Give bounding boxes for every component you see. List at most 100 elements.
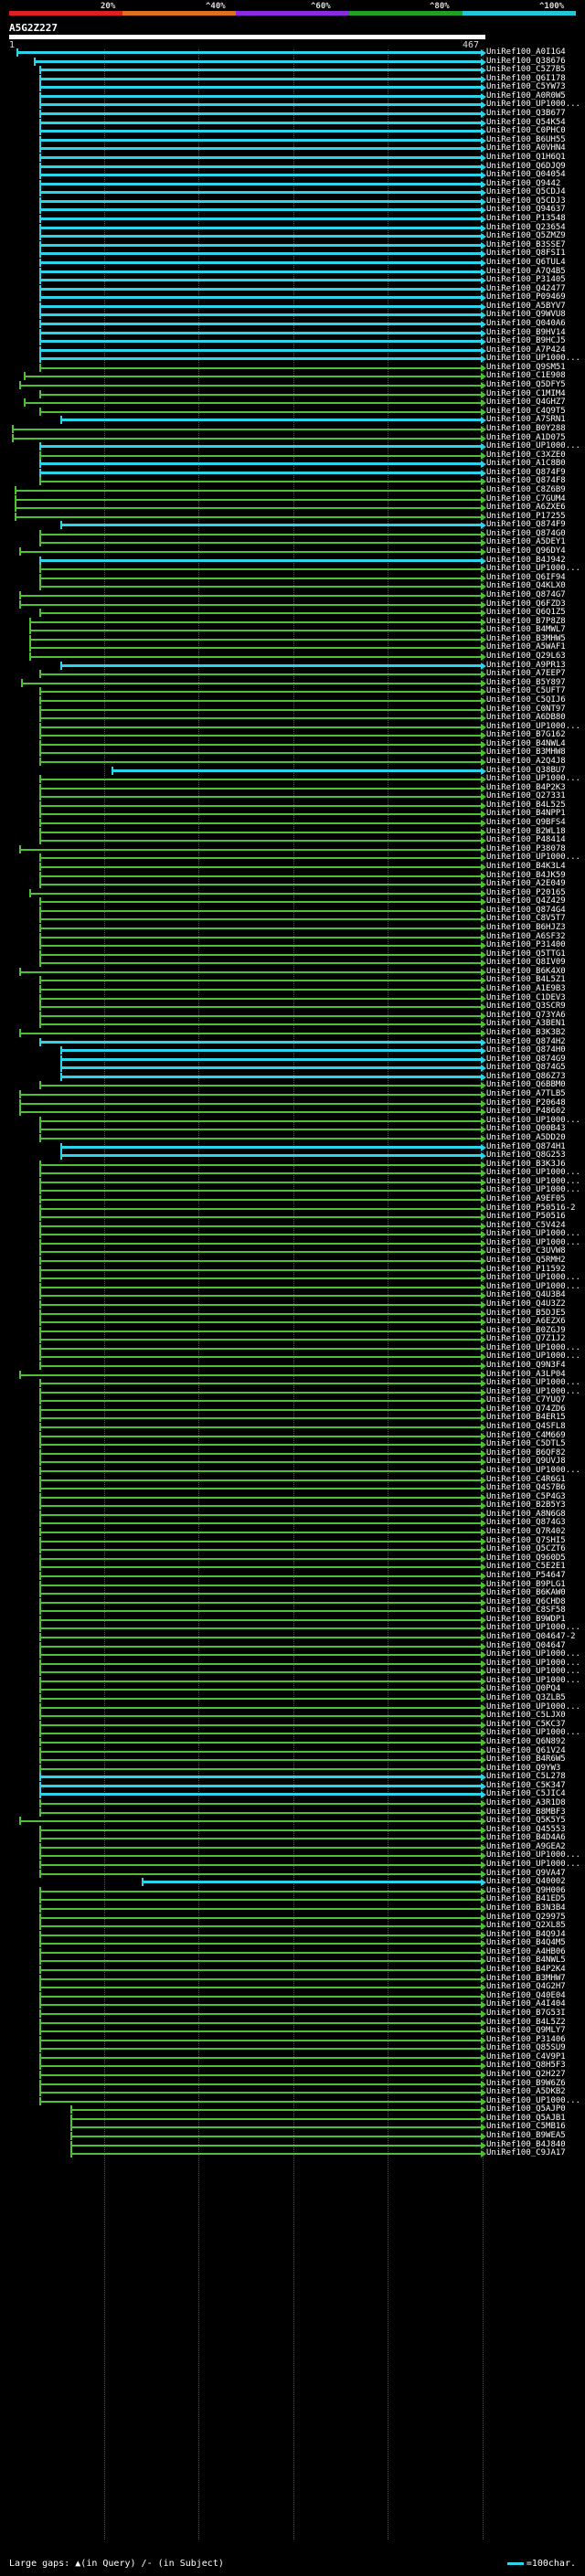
hit-alignment-bar <box>39 1803 482 1805</box>
hit-alignment-bar <box>39 2056 482 2059</box>
hit-alignment-bar <box>39 2030 482 2033</box>
hit-alignment-bar <box>39 1190 482 1193</box>
hit-alignment-bar <box>39 1532 482 1534</box>
hit-alignment-bar <box>39 936 482 938</box>
hit-alignment-bar <box>39 1014 482 1017</box>
hit-alignment-bar <box>69 2109 482 2112</box>
hit-alignment-bar <box>39 1277 482 1280</box>
hit-alignment-bar <box>39 1303 482 1306</box>
hit-alignment-bar <box>39 1715 482 1718</box>
hit-alignment-bar <box>39 235 482 239</box>
hit-alignment-bar <box>29 647 482 650</box>
hit-alignment-bar <box>19 594 482 597</box>
hit-list: UniRef100_A0I1G4 UniRef100_Q38676 UniRef10… <box>0 0 585 2576</box>
hit-alignment-bar <box>39 909 482 912</box>
hit-alignment-bar <box>39 1960 482 1963</box>
hit-alignment-bar <box>39 2092 482 2094</box>
hit-alignment-bar <box>39 348 482 352</box>
hit-alignment-bar <box>39 1689 482 1691</box>
hit-alignment-bar <box>39 1776 482 1779</box>
hit-alignment-bar <box>39 191 482 195</box>
hit-alignment-bar <box>19 603 482 606</box>
hit-alignment-bar <box>39 1995 482 1998</box>
hit-alignment-bar <box>39 1610 482 1613</box>
hit-alignment-bar <box>19 1102 482 1105</box>
hit-alignment-bar <box>39 1085 482 1087</box>
hit-alignment-bar <box>39 796 482 799</box>
hit-alignment-bar <box>39 1723 482 1726</box>
hit-alignment-bar <box>39 112 482 116</box>
hit-alignment-bar <box>39 1864 482 1867</box>
hit-alignment-bar <box>39 1268 482 1271</box>
hit-alignment-bar <box>39 94 482 98</box>
hit-alignment-bar <box>39 2065 482 2068</box>
hit-alignment-bar <box>39 787 482 790</box>
hit-alignment-bar <box>39 1750 482 1753</box>
hit-alignment-bar <box>39 1557 482 1560</box>
hit-alignment-bar <box>39 1671 482 1674</box>
hit-alignment-bar <box>39 1767 482 1770</box>
hit-alignment-bar <box>39 1356 482 1359</box>
hit-label[interactable]: UniRef100_C9JA17 <box>486 2148 566 2158</box>
hit-alignment-bar <box>59 1049 482 1053</box>
hit-alignment-bar <box>14 507 482 510</box>
legend-in-query: (in Query) <box>80 2559 136 2569</box>
hit-alignment-bar <box>39 1566 482 1569</box>
hit-alignment-bar <box>39 831 482 833</box>
hit-alignment-bar <box>39 1522 482 1525</box>
hit-start-cap <box>69 2149 72 2158</box>
hit-alignment-bar <box>39 1181 482 1183</box>
hit-alignment-bar <box>39 1855 482 1858</box>
legend: Large gaps: ▲(in Query) /- (in Subject) … <box>9 2559 576 2569</box>
hit-alignment-bar <box>39 1137 482 1140</box>
hit-alignment-bar <box>39 1899 482 1902</box>
hit-alignment-bar <box>39 691 482 694</box>
hit-alignment-bar <box>69 2144 482 2147</box>
hit-alignment-bar <box>39 322 482 325</box>
hit-alignment-bar <box>39 1312 482 1315</box>
hit-alignment-bar <box>39 2083 482 2085</box>
hit-alignment-bar <box>39 1479 482 1481</box>
hit-alignment-bar <box>39 1408 482 1411</box>
hit-alignment-bar <box>19 1373 482 1376</box>
hit-alignment-bar <box>39 1574 482 1577</box>
hit-alignment-bar <box>39 1829 482 1831</box>
hit-alignment-bar <box>39 1426 482 1429</box>
hit-alignment-bar <box>39 568 482 571</box>
hit-alignment-bar <box>39 1654 482 1657</box>
hit-alignment-bar <box>39 86 482 90</box>
hit-alignment-bar <box>39 2048 482 2051</box>
hit-alignment-bar <box>39 260 482 264</box>
hit-alignment-bar <box>33 59 482 63</box>
hit-alignment-bar <box>39 1627 482 1630</box>
hit-alignment-bar <box>39 1006 482 1009</box>
hit-alignment-bar <box>39 1391 482 1394</box>
hit-alignment-bar <box>39 1636 482 1638</box>
hit-alignment-bar <box>39 901 482 904</box>
hit-alignment-bar <box>59 1057 482 1061</box>
hit-alignment-bar <box>39 2073 482 2076</box>
hit-alignment-bar <box>23 402 482 405</box>
hit-alignment-bar <box>39 962 482 965</box>
hit-alignment-bar <box>39 357 482 361</box>
hit-alignment-bar <box>39 1119 482 1122</box>
hit-alignment-bar <box>69 2153 482 2156</box>
hit-alignment-bar <box>39 1488 482 1490</box>
hit-alignment-bar <box>39 1444 482 1447</box>
hit-alignment-bar <box>39 445 482 449</box>
hit-alignment-bar <box>16 51 482 54</box>
hit-alignment-bar <box>39 1234 482 1236</box>
hit-alignment-bar <box>39 822 482 825</box>
hit-alignment-bar <box>39 717 482 720</box>
hit-alignment-bar <box>39 673 482 676</box>
hit-alignment-bar <box>39 1733 482 1735</box>
hit-alignment-bar <box>39 2100 482 2103</box>
hit-alignment-bar <box>23 376 482 378</box>
hit-alignment-bar <box>39 331 482 334</box>
hit-alignment-bar <box>39 533 482 535</box>
hit-alignment-bar <box>39 1207 482 1210</box>
hit-alignment-bar <box>39 1907 482 1910</box>
hit-alignment-bar <box>39 471 482 474</box>
hit-row[interactable]: UniRef100_C9JA17 <box>0 2148 585 2158</box>
hit-alignment-bar <box>39 462 482 466</box>
